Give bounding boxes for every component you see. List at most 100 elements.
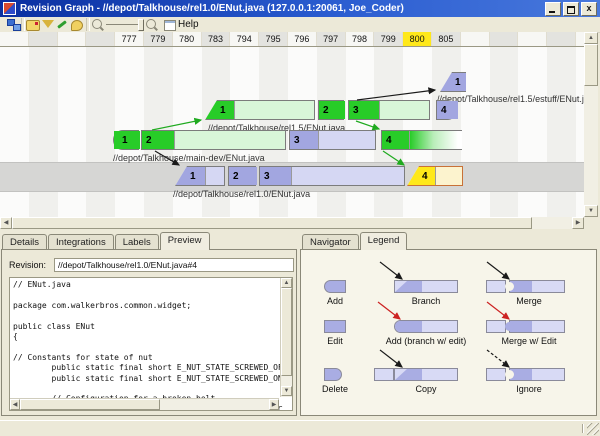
- changelist-column[interactable]: 783: [202, 32, 231, 46]
- status-separator: [582, 424, 584, 433]
- changelist-column-blank: [490, 32, 519, 46]
- tab-details[interactable]: Details: [2, 234, 47, 250]
- zoom-slider-track[interactable]: [106, 24, 142, 25]
- close-button[interactable]: x: [581, 2, 597, 16]
- legend-shape-branch: [394, 280, 458, 293]
- revision-box[interactable]: 1: [205, 100, 315, 120]
- changelist-column[interactable]: 780: [173, 32, 202, 46]
- legend-shape-merge: [509, 368, 565, 381]
- toolbar-separator: [86, 18, 90, 31]
- revision-box[interactable]: 2: [141, 130, 286, 150]
- changelist-column[interactable]: 799: [374, 32, 403, 46]
- revision-graph-icon[interactable]: [6, 18, 21, 31]
- revision-box[interactable]: 3: [348, 100, 430, 120]
- changelist-column[interactable]: 798: [346, 32, 375, 46]
- changelist-column[interactable]: 779: [144, 32, 173, 46]
- changelist-column-blank: [576, 32, 584, 46]
- tab-integrations[interactable]: Integrations: [48, 234, 114, 250]
- revision-box[interactable]: 1: [113, 130, 139, 150]
- revision-box[interactable]: 3: [259, 166, 405, 186]
- resize-grip[interactable]: [587, 423, 599, 435]
- tab-legend[interactable]: Legend: [360, 232, 408, 250]
- tab-labels[interactable]: Labels: [115, 234, 159, 250]
- revision-label: Revision:: [9, 260, 46, 270]
- legend-panel: AddBranchMergeEditAdd (branch w/ edit)Me…: [300, 249, 597, 416]
- scrollbar-corner: [584, 217, 598, 229]
- toolbar: Help: [0, 17, 600, 33]
- revision-lifespan-segment: [206, 167, 224, 185]
- preview-hscroll-right[interactable]: ▶: [269, 399, 279, 410]
- changelist-column[interactable]: 797: [317, 32, 346, 46]
- window-title: Revision Graph - //depot/Talkhouse/rel1.…: [20, 3, 545, 14]
- changelist-column[interactable]: 800: [403, 32, 432, 46]
- changelist-column-blank: [461, 32, 490, 46]
- revision-action-segment: 2: [142, 131, 175, 149]
- legend-shape-copy-source: [374, 368, 394, 381]
- revision-number: 2: [229, 171, 239, 182]
- revision-box[interactable]: 3: [289, 130, 376, 150]
- legend-shape-add: [324, 280, 346, 293]
- legend-shape-notch: [505, 322, 514, 331]
- revision-number: 4: [382, 135, 392, 146]
- file-preview-text: // ENut.java package com.walkerbros.comm…: [10, 278, 292, 411]
- tab-preview[interactable]: Preview: [160, 232, 210, 250]
- zoom-out-icon[interactable]: [92, 19, 102, 29]
- file-preview-box[interactable]: // ENut.java package com.walkerbros.comm…: [9, 277, 293, 411]
- graph-hscroll-right[interactable]: ▶: [572, 217, 584, 229]
- graph-hscrollbar[interactable]: ◀ ▶: [0, 217, 584, 229]
- branch-path-label: //depot/Talkhouse/rel1.0/ENut.java: [173, 189, 310, 199]
- revision-graph-canvas[interactable]: 1//depot/Talkhouse/rel1.5/estuff/ENut.ja…: [0, 47, 584, 217]
- legend-item-label: Merge: [454, 296, 600, 306]
- revision-lifespan-segment: [292, 167, 404, 185]
- graph-vscroll-down[interactable]: ▼: [584, 205, 598, 217]
- filter-icon[interactable]: [42, 20, 54, 28]
- changelist-column-blank: [547, 32, 576, 46]
- changelist-column-blank: [29, 32, 58, 46]
- revision-lifespan-segment: [235, 101, 314, 119]
- user-icon[interactable]: [71, 20, 83, 31]
- restore-button[interactable]: [563, 2, 579, 16]
- legend-shape-merge-source: [486, 280, 506, 293]
- changelist-column[interactable]: 805: [432, 32, 461, 46]
- revision-number: 3: [349, 105, 359, 116]
- preview-hscroll-left[interactable]: ◀: [10, 399, 20, 410]
- changelist-column[interactable]: 777: [115, 32, 144, 46]
- app-icon: [3, 2, 16, 15]
- window-view-icon[interactable]: [164, 20, 176, 31]
- changelist-icon[interactable]: [26, 20, 40, 31]
- graph-hscroll-thumb[interactable]: [12, 217, 532, 229]
- preview-vscroll-up[interactable]: ▲: [281, 278, 292, 288]
- zoom-in-icon[interactable]: [146, 19, 156, 29]
- minimize-button[interactable]: [545, 2, 561, 16]
- preview-hscrollbar[interactable]: ◀ ▶: [10, 398, 279, 410]
- graph-vscroll-up[interactable]: ▲: [584, 32, 598, 44]
- graph-hscroll-left[interactable]: ◀: [0, 217, 12, 229]
- legend-shape-dark: [395, 281, 422, 292]
- branch-path-label: //depot/Talkhouse/main-dev/ENut.java: [113, 153, 265, 163]
- revision-box[interactable]: 2: [318, 100, 344, 120]
- revision-number: 3: [260, 171, 270, 182]
- graph-vscrollbar[interactable]: ▲ ▼: [584, 32, 598, 217]
- revision-box[interactable]: 4: [381, 130, 462, 150]
- legend-shape-merge-source: [486, 320, 506, 333]
- revision-box[interactable]: 4: [436, 100, 457, 120]
- graph-vscroll-thumb[interactable]: [584, 44, 598, 86]
- changelist-column[interactable]: 795: [259, 32, 288, 46]
- legend-shape-dark: [395, 369, 422, 380]
- zoom-slider-thumb[interactable]: [138, 19, 144, 31]
- revision-box[interactable]: 2: [228, 166, 256, 186]
- changelist-column[interactable]: 796: [288, 32, 317, 46]
- legend-shape-notch: [505, 282, 514, 291]
- tab-navigator[interactable]: Navigator: [302, 234, 359, 250]
- help-menu[interactable]: Help: [178, 19, 199, 30]
- revision-field[interactable]: //depot/Talkhouse/rel1.0/ENut.java#4: [54, 258, 294, 272]
- toolbar-separator: [21, 18, 25, 31]
- edit-pencil-icon[interactable]: [57, 20, 67, 29]
- changelist-column[interactable]: 794: [230, 32, 259, 46]
- preview-hscroll-thumb[interactable]: [20, 399, 160, 410]
- revision-number: 3: [290, 135, 300, 146]
- revision-action-segment: 3: [349, 101, 380, 119]
- revision-number: 2: [142, 135, 152, 146]
- detail-tabbar: DetailsIntegrationsLabelsPreview: [2, 233, 211, 250]
- changelist-column-blank: [86, 32, 115, 46]
